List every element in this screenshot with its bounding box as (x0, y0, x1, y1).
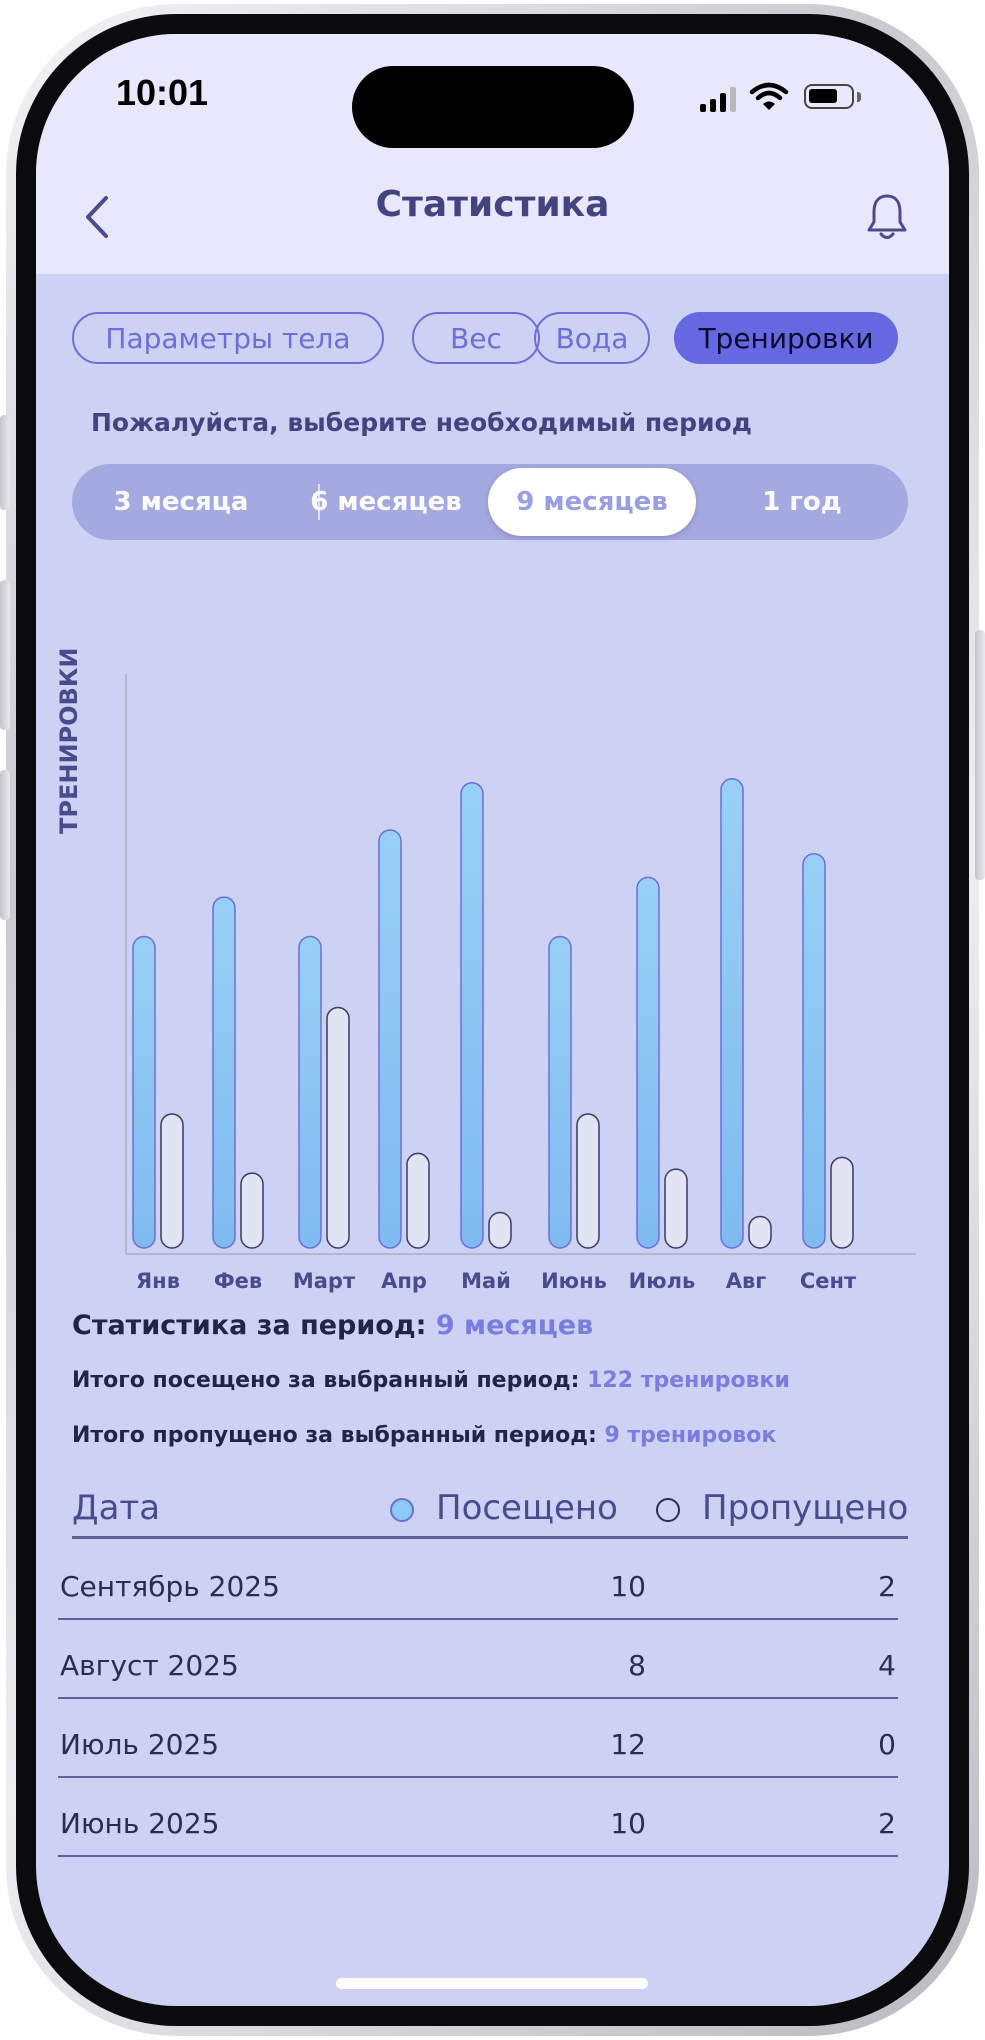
stats-visited-value: 122 тренировки (587, 1368, 790, 1393)
screen: 10:01 Статистика Параметры тела Вес Вода… (36, 34, 949, 2006)
row-divider (58, 1618, 898, 1620)
bar-visited-2 (298, 935, 322, 1249)
row-visited: 8 (628, 1649, 646, 1682)
bar-missed-6 (664, 1168, 688, 1249)
tab-water[interactable]: Вода (534, 312, 650, 364)
period-6-months[interactable]: 6 месяцев (280, 464, 492, 540)
bar-missed-4 (488, 1211, 512, 1249)
row-date: Июнь 2025 (60, 1807, 220, 1840)
x-tick-label-2: Март (293, 1269, 356, 1293)
stats-missed: Итого пропущено за выбранный период: 9 т… (72, 1423, 776, 1448)
volume-up-button (0, 580, 10, 730)
row-divider (58, 1776, 898, 1778)
bar-missed-1 (240, 1172, 264, 1249)
x-tick-label-3: Апр (381, 1269, 427, 1293)
row-visited: 10 (610, 1570, 646, 1603)
row-missed: 2 (878, 1570, 896, 1603)
row-date: Сентябрь 2025 (60, 1570, 280, 1603)
power-button (975, 630, 985, 880)
x-tick-label-1: Фев (214, 1269, 262, 1293)
workouts-bar-chart: Янв Фев Март Апр Май Июнь Июль Авг Сент (125, 674, 916, 1293)
period-9-months[interactable]: 9 месяцев (488, 468, 696, 536)
tab-workouts[interactable]: Тренировки (674, 312, 898, 364)
bar-visited-7 (720, 778, 744, 1249)
bar-missed-2 (326, 1006, 350, 1249)
period-3-months[interactable]: 3 месяца (72, 464, 290, 540)
row-visited: 10 (610, 1807, 646, 1840)
x-tick-label-0: Янв (136, 1269, 180, 1293)
row-visited: 12 (610, 1728, 646, 1761)
row-missed: 0 (878, 1728, 896, 1761)
x-tick-label-5: Июнь (541, 1269, 607, 1293)
battery-icon (804, 84, 854, 109)
status-time: 10:01 (116, 72, 209, 113)
row-missed: 4 (878, 1649, 896, 1682)
missed-legend-icon (656, 1498, 680, 1522)
bar-visited-5 (548, 935, 572, 1249)
mute-switch (0, 415, 10, 510)
stats-period-label: Статистика за период: (72, 1310, 427, 1341)
dynamic-island (352, 66, 634, 148)
x-tick-label-8: Сент (800, 1269, 857, 1293)
stats-visited-label: Итого посещено за выбранный период: (72, 1368, 580, 1393)
row-date: Июль 2025 (60, 1728, 220, 1761)
stats-period: Статистика за период: 9 месяцев (72, 1310, 593, 1341)
bar-missed-0 (160, 1113, 184, 1249)
period-selector: 3 месяца 6 месяцев 9 месяцев 1 год (72, 464, 908, 540)
table-header-divider (72, 1536, 908, 1539)
bar-missed-7 (748, 1215, 772, 1249)
bar-missed-5 (576, 1113, 600, 1249)
stats-missed-value: 9 тренировок (604, 1423, 777, 1448)
bar-visited-8 (802, 852, 826, 1249)
row-divider (58, 1855, 898, 1857)
visited-legend-icon (390, 1498, 414, 1522)
bar-visited-0 (132, 935, 156, 1249)
bar-visited-4 (460, 781, 484, 1249)
stats-missed-label: Итого пропущено за выбранный период: (72, 1423, 597, 1448)
wifi-icon (749, 82, 789, 110)
row-divider (58, 1697, 898, 1699)
row-date: Август 2025 (60, 1649, 239, 1682)
page-title: Статистика (375, 184, 610, 225)
cellular-signal-icon (700, 86, 740, 112)
period-prompt: Пожалуйста, выберите необходимый период (91, 408, 752, 437)
table-header-missed: Пропущено (702, 1488, 909, 1528)
bar-visited-3 (378, 829, 402, 1249)
stats-visited: Итого посещено за выбранный период: 122 … (72, 1368, 790, 1393)
x-tick-label-4: Май (461, 1269, 511, 1293)
bar-missed-8 (830, 1156, 854, 1249)
table-header-visited: Посещено (436, 1488, 618, 1528)
home-indicator[interactable] (336, 1978, 648, 1989)
tab-body-params[interactable]: Параметры тела (72, 312, 384, 364)
bar-visited-6 (636, 876, 660, 1249)
row-missed: 2 (878, 1807, 896, 1840)
notification-bell-icon[interactable] (864, 192, 910, 242)
x-tick-label-7: Авг (726, 1269, 767, 1293)
period-1-year[interactable]: 1 год (696, 464, 908, 540)
volume-down-button (0, 770, 10, 920)
battery-tip (857, 92, 861, 102)
x-tick-label-6: Июль (629, 1269, 696, 1293)
bar-missed-3 (406, 1152, 430, 1249)
bar-visited-1 (212, 896, 236, 1249)
stats-period-value: 9 месяцев (435, 1310, 594, 1341)
table-header-date: Дата (72, 1488, 161, 1528)
tab-weight[interactable]: Вес (412, 312, 540, 364)
